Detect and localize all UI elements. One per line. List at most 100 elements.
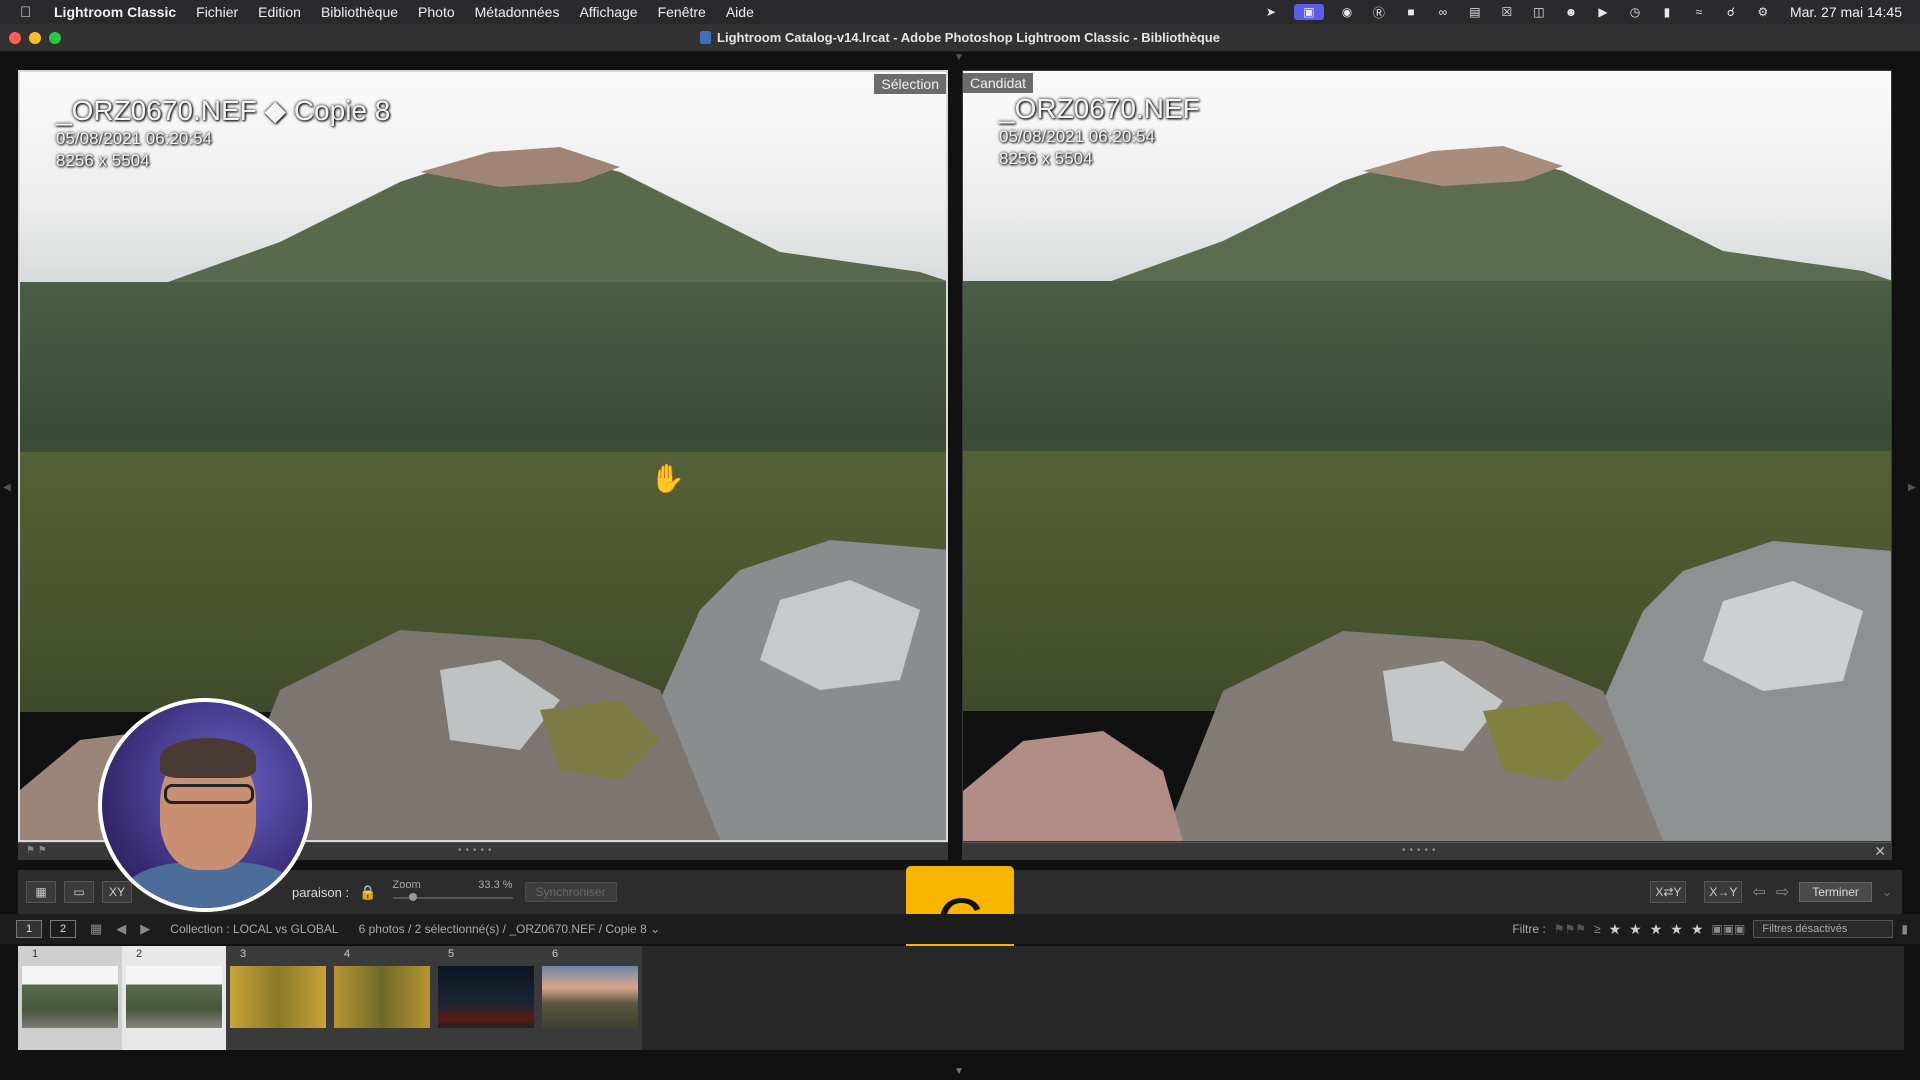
menu-photo[interactable]: Photo — [418, 4, 455, 20]
filter-controls: Filtre : ⚑⚑⚑ ≥ ★ ★ ★ ★ ★ ▣▣▣ Filtres dés… — [1512, 920, 1908, 938]
filmstrip-thumbnail[interactable]: 2 — [122, 946, 226, 1050]
star-icon[interactable]: ★ — [1691, 921, 1704, 938]
back-arrow-icon[interactable]: ◀ — [116, 921, 126, 937]
menu-clock[interactable]: Mar. 27 mai 14:45 — [1790, 4, 1902, 20]
window-title-bar: Lightroom Catalog-v14.lrcat - Adobe Phot… — [0, 24, 1920, 52]
tool-icon[interactable]: ☒ — [1498, 4, 1516, 20]
menu-fichier[interactable]: Fichier — [196, 4, 238, 20]
thumbnail-index: 4 — [344, 948, 351, 960]
apple-menu-icon[interactable]:  — [20, 4, 42, 21]
thumbnail-index: 3 — [240, 948, 247, 960]
filmstrip-thumbnail[interactable]: 6 — [538, 946, 642, 1050]
flag-filter-icon[interactable]: ⚑⚑⚑ — [1554, 922, 1586, 936]
photo-dimensions: 8256 x 5504 — [56, 151, 150, 170]
creative-cloud-icon[interactable]: ∞ — [1434, 4, 1452, 20]
star-icon[interactable]: ★ — [1650, 921, 1663, 938]
thumbnail-image — [438, 966, 534, 1028]
candidate-info-strip: ••••• ✕ — [962, 842, 1892, 860]
screen-record-icon[interactable]: ▣ — [1293, 4, 1324, 20]
cursor-app-icon[interactable]: ➤ — [1262, 4, 1280, 20]
thumbnail-image — [542, 966, 638, 1028]
minimize-window-button[interactable] — [29, 31, 41, 44]
maximize-window-button[interactable] — [49, 31, 61, 44]
clock-icon[interactable]: ◷ — [1626, 4, 1644, 20]
search-icon[interactable]: ☌ — [1722, 4, 1740, 20]
toolbar-menu-chevron-icon[interactable]: ⌄ — [1882, 885, 1892, 899]
grid-view-icon[interactable]: ▦ — [26, 881, 56, 903]
rating-dots[interactable]: ••••• — [458, 845, 496, 856]
forward-arrow-icon[interactable]: ▶ — [140, 921, 150, 937]
thumbnail-image — [126, 966, 222, 1028]
filmstrip: 1 2 3 4 5 6 — [18, 946, 1904, 1050]
left-panel-toggle-icon[interactable]: ◀ — [3, 482, 11, 493]
pr-app-icon[interactable]: ■ — [1402, 4, 1420, 20]
done-button[interactable]: Terminer — [1799, 882, 1872, 902]
selection-label: Sélection — [874, 74, 946, 94]
menu-bibliotheque[interactable]: Bibliothèque — [321, 4, 398, 20]
make-select-icon[interactable]: X→Y — [1704, 881, 1743, 903]
star-icon[interactable]: ★ — [1609, 921, 1622, 938]
selection-info[interactable]: 6 photos / 2 sélectionné(s) / _ORZ0670.N… — [359, 922, 661, 936]
battery-icon[interactable]: ▮ — [1658, 4, 1676, 20]
flag-icon[interactable]: ⚑ ⚑ — [26, 845, 47, 856]
right-panel-toggle-icon[interactable]: ▶ — [1908, 482, 1916, 493]
catalog-document-icon — [700, 31, 712, 44]
menu-aide[interactable]: Aide — [726, 4, 754, 20]
control-center-icon[interactable]: ⚙ — [1754, 4, 1772, 20]
collection-path[interactable]: Collection : LOCAL vs GLOBAL — [170, 922, 338, 936]
loupe-view-icon[interactable]: ▭ — [64, 881, 94, 903]
menu-app-name[interactable]: Lightroom Classic — [54, 4, 176, 20]
window-title: Lightroom Catalog-v14.lrcat - Adobe Phot… — [0, 30, 1920, 45]
window-controls — [9, 31, 61, 44]
previous-arrow-icon[interactable]: ⇦ — [1752, 882, 1765, 902]
window-layout-icon[interactable]: ◫ — [1530, 4, 1548, 20]
filmstrip-thumbnail[interactable]: 1 — [18, 946, 122, 1050]
photo-info-overlay-select: _ORZ0670.NEF ◆ Copie 8 05/08/2021 06:20:… — [56, 94, 390, 171]
clipboard-icon[interactable]: ▤ — [1466, 4, 1484, 20]
filmstrip-toolbar: 1 2 ▦ ◀ ▶ Collection : LOCAL vs GLOBAL 6… — [0, 914, 1920, 944]
w-app-icon[interactable]: Ⓡ — [1370, 4, 1388, 20]
menu-edition[interactable]: Edition — [258, 4, 301, 20]
star-icon[interactable]: ★ — [1670, 921, 1683, 938]
filter-lock-icon[interactable]: ▮ — [1901, 922, 1908, 936]
photo-datetime: 05/08/2021 06:20:54 — [56, 129, 212, 148]
thumbnail-index: 6 — [552, 948, 559, 960]
filter-label: Filtre : — [1512, 922, 1546, 936]
top-panel-toggle-icon[interactable]: ▼ — [954, 52, 964, 63]
zoom-value: 33.3 % — [478, 879, 513, 891]
hand-cursor-icon: ✋ — [650, 463, 685, 494]
candidate-label: Candidat — [963, 73, 1034, 93]
user-icon[interactable]: ☻ — [1562, 4, 1580, 20]
star-icon[interactable]: ★ — [1629, 921, 1642, 938]
wifi-icon[interactable]: ≈ — [1690, 4, 1708, 20]
zoom-slider-handle[interactable] — [408, 893, 417, 901]
close-candidate-icon[interactable]: ✕ — [1874, 843, 1886, 860]
swap-icon[interactable]: X⇄Y — [1650, 881, 1687, 903]
photo-filename: _ORZ0670.NEF — [999, 93, 1200, 124]
menu-metadonnees[interactable]: Métadonnées — [475, 4, 560, 20]
menu-fenetre[interactable]: Fenêtre — [658, 4, 706, 20]
next-arrow-icon[interactable]: ⇨ — [1776, 882, 1789, 902]
filmstrip-thumbnail[interactable]: 4 — [330, 946, 434, 1050]
thumbnail-image — [22, 966, 118, 1028]
zoom-control[interactable]: Zoom 33.3 % — [392, 877, 513, 907]
secondary-screen-button[interactable]: 2 — [50, 920, 76, 938]
rating-operator-icon[interactable]: ≥ — [1594, 922, 1601, 936]
lock-icon[interactable]: 🔒 — [359, 884, 376, 901]
sync-button[interactable]: Synchroniser — [524, 882, 617, 902]
camera-icon[interactable]: ◉ — [1338, 4, 1356, 20]
close-window-button[interactable] — [9, 31, 21, 44]
filter-preset-select[interactable]: Filtres désactivés — [1753, 920, 1894, 938]
filmstrip-thumbnail[interactable]: 5 — [434, 946, 538, 1050]
filmstrip-thumbnail[interactable]: 3 — [226, 946, 330, 1050]
compare-view-candidate[interactable]: _ORZ0670.NEF 05/08/2021 06:20:54 8256 x … — [962, 70, 1892, 842]
zoom-label: Zoom — [392, 879, 421, 891]
primary-screen-button[interactable]: 1 — [16, 920, 42, 938]
grid-icon[interactable]: ▦ — [90, 921, 102, 937]
menu-affichage[interactable]: Affichage — [579, 4, 637, 20]
thumbnail-image — [334, 966, 430, 1028]
rating-dots[interactable]: ••••• — [1402, 845, 1440, 856]
color-label-filter-icon[interactable]: ▣▣▣ — [1711, 922, 1745, 936]
bottom-panel-toggle-icon[interactable]: ▼ — [954, 1066, 964, 1077]
play-icon[interactable]: ▶ — [1594, 4, 1612, 20]
